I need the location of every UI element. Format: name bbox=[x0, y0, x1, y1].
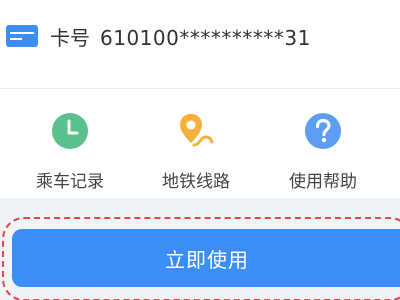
use-now-button[interactable]: 立即使用 bbox=[12, 229, 400, 287]
metro-lines-button[interactable]: 地铁线路 bbox=[146, 111, 246, 192]
card-number-value: 610100**********31 bbox=[100, 25, 311, 50]
help-button[interactable]: 使用帮助 bbox=[273, 111, 373, 192]
card-number-row: 卡号 610100**********31 bbox=[0, 0, 400, 88]
ride-history-label: 乘车记录 bbox=[36, 172, 104, 192]
help-icon bbox=[305, 113, 341, 149]
bottom-area: 立即使用 bbox=[0, 198, 400, 300]
clock-icon bbox=[52, 113, 88, 149]
help-label: 使用帮助 bbox=[289, 172, 357, 192]
ride-history-button[interactable]: 乘车记录 bbox=[20, 111, 120, 192]
card-icon bbox=[6, 25, 38, 47]
card-number-label: 卡号 bbox=[50, 25, 90, 50]
metro-lines-label: 地铁线路 bbox=[162, 172, 230, 192]
quick-actions: 乘车记录 地铁线路 使用帮助 bbox=[0, 88, 400, 198]
location-route-icon bbox=[180, 114, 214, 147]
